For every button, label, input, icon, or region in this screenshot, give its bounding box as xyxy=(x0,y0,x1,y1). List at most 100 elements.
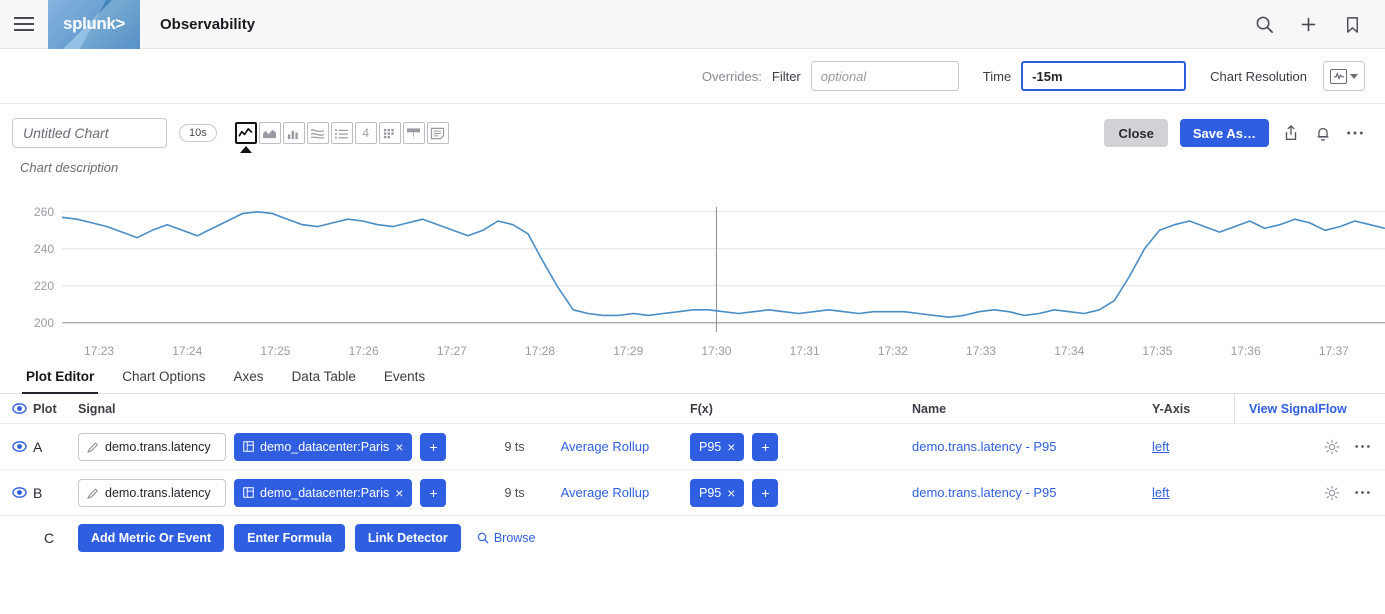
new-plot-row: C Add Metric Or Event Enter Formula Link… xyxy=(0,516,1385,560)
event-feed-chart-type-button[interactable]: ! xyxy=(402,122,425,144)
signal-cell-b: demo.trans.latency demo_datacenter:Paris… xyxy=(78,478,690,507)
chart-type-selector: 4 ! xyxy=(234,122,451,144)
chart-plot-area[interactable]: 200 220 240 260 17:23 17:24 17:25 17:26 17:27 17:… xyxy=(0,175,1385,360)
row-more-options-icon-a[interactable] xyxy=(1354,444,1371,449)
time-input[interactable] xyxy=(1021,61,1187,91)
tab-plot-editor[interactable]: Plot Editor xyxy=(12,369,108,394)
svg-text:17:34: 17:34 xyxy=(1054,344,1084,358)
eye-icon[interactable] xyxy=(12,485,27,500)
row-more-options-icon-b[interactable] xyxy=(1354,490,1371,495)
eye-icon[interactable] xyxy=(12,401,27,416)
pencil-icon xyxy=(87,488,98,499)
overrides-bar: Overrides: Filter Time Chart Resolution xyxy=(0,49,1385,104)
column-chart-type-button[interactable] xyxy=(282,122,305,144)
svg-text:17:25: 17:25 xyxy=(260,344,290,358)
more-options-icon[interactable] xyxy=(1345,123,1365,143)
time-label: Time xyxy=(982,68,1012,84)
svg-text:17:26: 17:26 xyxy=(349,344,379,358)
rollup-link-a[interactable]: Average Rollup xyxy=(561,439,650,454)
list-chart-type-button[interactable] xyxy=(330,122,353,144)
fx-chip-b[interactable]: P95 × xyxy=(690,478,745,507)
yaxis-cell-b: left xyxy=(1152,485,1234,500)
hamburger-icon[interactable] xyxy=(0,17,48,31)
tab-events[interactable]: Events xyxy=(370,369,439,393)
search-icon xyxy=(477,532,489,544)
fx-chip-remove-b[interactable]: × xyxy=(727,485,735,501)
signal-input-b[interactable]: demo.trans.latency xyxy=(78,478,226,507)
tab-axes[interactable]: Axes xyxy=(220,369,278,393)
search-icon[interactable] xyxy=(1253,13,1275,35)
filter-label: Filter xyxy=(771,68,801,84)
plus-icon[interactable] xyxy=(1297,13,1319,35)
eye-icon[interactable] xyxy=(12,439,27,454)
plot-name-a[interactable]: demo.trans.latency - P95 xyxy=(912,439,1057,454)
filter-input[interactable] xyxy=(810,61,959,91)
line-chart-type-button[interactable] xyxy=(234,122,257,144)
svg-text:17:33: 17:33 xyxy=(966,344,996,358)
chart-description-field[interactable]: Chart description xyxy=(0,154,1385,175)
view-signalflow-label: View SignalFlow xyxy=(1249,401,1347,416)
splunk-logo[interactable]: splunk> xyxy=(48,0,140,49)
row-id-c: C xyxy=(44,530,55,546)
overrides-label: Overrides: xyxy=(701,68,762,84)
splunk-logo-text: splunk> xyxy=(63,14,125,33)
chart-title-input[interactable] xyxy=(12,118,167,148)
table-row: A demo.trans.latency demo_datacenter:Par… xyxy=(0,424,1385,470)
gear-icon[interactable] xyxy=(1324,439,1340,455)
plot-toggle-b: B xyxy=(0,485,78,501)
filter-chip-remove-b[interactable]: × xyxy=(395,485,403,501)
tab-chart-options[interactable]: Chart Options xyxy=(108,369,219,393)
svg-text:240: 240 xyxy=(34,242,54,256)
fx-chip-remove-a[interactable]: × xyxy=(727,439,735,455)
chevron-down-icon xyxy=(1350,73,1358,79)
save-as-button[interactable]: Save As… xyxy=(1179,119,1269,147)
view-signalflow-link[interactable]: View SignalFlow xyxy=(1234,393,1385,424)
yaxis-link-b[interactable]: left xyxy=(1152,485,1169,500)
refresh-interval-badge[interactable]: 10s xyxy=(179,124,217,142)
rollup-link-b[interactable]: Average Rollup xyxy=(561,485,650,500)
link-detector-button[interactable]: Link Detector xyxy=(354,524,461,552)
fx-chip-a[interactable]: P95 × xyxy=(690,432,745,461)
yaxis-link-a[interactable]: left xyxy=(1152,439,1169,454)
filter-chip-remove-a[interactable]: × xyxy=(395,439,403,455)
filter-chip-b[interactable]: demo_datacenter:Paris × xyxy=(234,478,413,507)
text-note-chart-type-button[interactable] xyxy=(426,122,449,144)
gear-icon[interactable] xyxy=(1324,485,1340,501)
signal-input-a[interactable]: demo.trans.latency xyxy=(78,432,226,461)
tab-data-table[interactable]: Data Table xyxy=(278,369,370,393)
svg-text:17:23: 17:23 xyxy=(84,344,114,358)
bell-icon[interactable] xyxy=(1313,123,1333,143)
browse-link[interactable]: Browse xyxy=(477,531,536,545)
histogram-chart-type-button[interactable] xyxy=(306,122,329,144)
name-cell-a: demo.trans.latency - P95 xyxy=(912,439,1152,454)
svg-text:17:28: 17:28 xyxy=(525,344,555,358)
fx-cell-a: P95 × + xyxy=(690,432,912,461)
nav-icon-group xyxy=(1253,13,1385,35)
share-icon[interactable] xyxy=(1281,123,1301,143)
yaxis-cell-a: left xyxy=(1152,439,1234,454)
svg-text:17:35: 17:35 xyxy=(1142,344,1172,358)
add-filter-button-b[interactable]: + xyxy=(420,478,447,507)
column-header-yaxis: Y-Axis xyxy=(1152,401,1191,416)
filter-chip-a[interactable]: demo_datacenter:Paris × xyxy=(234,432,413,461)
add-fx-button-b[interactable]: + xyxy=(752,478,779,507)
chart-resolution-dropdown[interactable] xyxy=(1323,61,1365,91)
fx-cell-b: P95 × + xyxy=(690,478,912,507)
heatmap-chart-type-button[interactable] xyxy=(378,122,401,144)
close-button[interactable]: Close xyxy=(1104,119,1168,147)
enter-formula-button[interactable]: Enter Formula xyxy=(234,524,345,552)
pencil-icon xyxy=(87,442,98,453)
chart-header-actions: Close Save As… xyxy=(1104,119,1365,147)
svg-text:17:37: 17:37 xyxy=(1319,344,1349,358)
add-filter-button-a[interactable]: + xyxy=(420,432,447,461)
bookmark-icon[interactable] xyxy=(1341,13,1363,35)
dimension-icon xyxy=(243,487,254,498)
add-fx-button-a[interactable]: + xyxy=(752,432,779,461)
chart-header-toolbar: 10s 4 ! Close Save As… xyxy=(0,104,1385,154)
add-metric-or-event-button[interactable]: Add Metric Or Event xyxy=(78,524,225,552)
area-chart-type-button[interactable] xyxy=(258,122,281,144)
page-title: Observability xyxy=(160,15,256,33)
single-value-chart-type-button[interactable]: 4 xyxy=(354,122,377,144)
svg-text:260: 260 xyxy=(34,205,54,219)
plot-name-b[interactable]: demo.trans.latency - P95 xyxy=(912,485,1057,500)
